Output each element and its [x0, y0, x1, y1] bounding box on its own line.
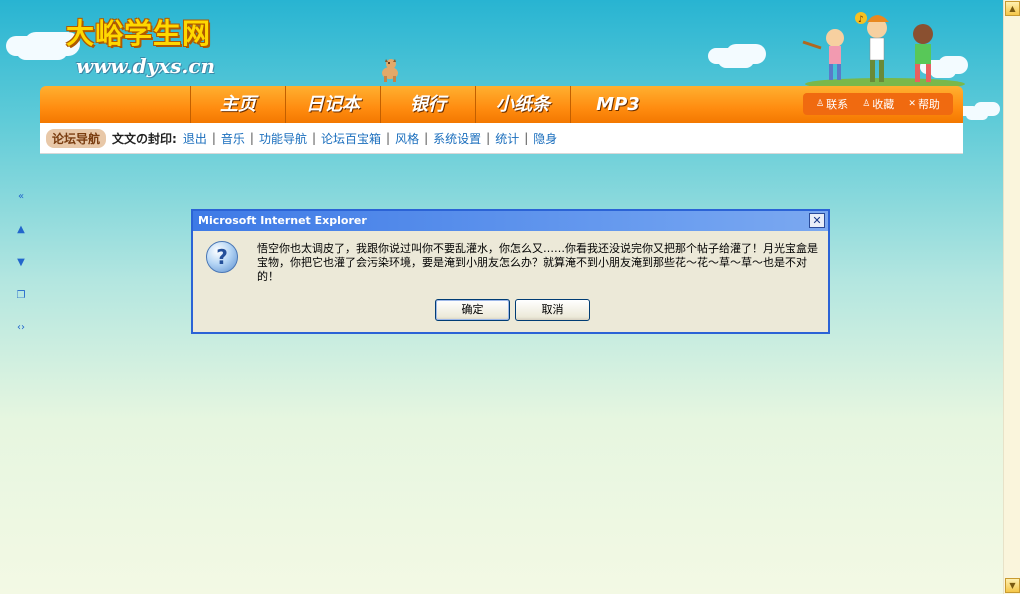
- help-label: 帮助: [917, 98, 940, 111]
- separator: |: [424, 131, 429, 145]
- alert-dialog: Microsoft Internet Explorer ✕ ? 悟空你也太调皮了…: [191, 209, 830, 334]
- code-icon[interactable]: ‹›: [14, 322, 28, 334]
- username-label: 文文の封印:: [112, 131, 177, 146]
- separator: |: [249, 131, 254, 145]
- cloud-left: [16, 40, 68, 60]
- main-navbar: 主页 日记本 银行 小纸条 MP3 ♙ 联系 ♙ 收藏 ✕ 帮助: [40, 86, 963, 123]
- dialog-titlebar[interactable]: Microsoft Internet Explorer ✕: [193, 211, 828, 231]
- nav-items: 主页 日记本 银行 小纸条 MP3: [190, 86, 665, 123]
- site-logo-url: www.dyxs.cn: [76, 54, 216, 78]
- scroll-down-arrow-icon[interactable]: ▼: [1005, 578, 1020, 593]
- separator: |: [311, 131, 317, 145]
- forum-toolbox-link[interactable]: 论坛百宝箱: [321, 130, 381, 147]
- dialog-title: Microsoft Internet Explorer: [198, 214, 367, 227]
- forum-subbar: 论坛导航 文文の封印: 退出 | 音乐 | 功能导航 | 论坛百宝箱 | 风格 …: [40, 123, 963, 154]
- question-icon: ?: [206, 241, 238, 273]
- close-icon: ✕: [908, 99, 916, 109]
- separator: |: [386, 131, 391, 145]
- system-settings-link[interactable]: 系统设置: [433, 130, 481, 147]
- person-icon: ♙: [816, 99, 825, 109]
- site-logo-title: 大峪学生网: [66, 17, 212, 50]
- contact-label: 联系: [826, 98, 849, 111]
- invisible-link[interactable]: 隐身: [533, 130, 557, 147]
- favorite-link[interactable]: ♙ 收藏: [862, 96, 894, 112]
- nav-item-mp3[interactable]: MP3: [570, 86, 665, 123]
- music-link[interactable]: 音乐: [221, 130, 245, 147]
- up-arrow-icon[interactable]: ▲: [14, 224, 28, 236]
- nav-item-diary[interactable]: 日记本: [285, 86, 380, 123]
- style-link[interactable]: 风格: [395, 130, 419, 147]
- favorite-label: 收藏: [872, 98, 895, 111]
- close-button[interactable]: ✕: [809, 213, 825, 228]
- svg-text:♪: ♪: [858, 15, 864, 25]
- dog-illustration: [382, 59, 398, 82]
- separator: |: [524, 131, 529, 145]
- nav-quick-links: ♙ 联系 ♙ 收藏 ✕ 帮助: [803, 93, 953, 115]
- cloud-right: [718, 52, 754, 68]
- double-left-arrow-icon[interactable]: «: [14, 191, 28, 203]
- cancel-button[interactable]: 取消: [515, 299, 590, 321]
- ok-button[interactable]: 确定: [435, 299, 510, 321]
- cloud-edge-right: [966, 110, 988, 120]
- person-icon: ♙: [862, 99, 871, 109]
- vertical-scrollbar[interactable]: ▲ ▼: [1003, 0, 1020, 594]
- logout-link[interactable]: 退出: [183, 130, 207, 147]
- separator: |: [486, 131, 491, 145]
- down-arrow-icon[interactable]: ▼: [14, 257, 28, 269]
- stats-link[interactable]: 统计: [495, 130, 519, 147]
- dialog-message: 悟空你也太调皮了，我跟你说过叫你不要乱灌水，你怎么又……你看我还没说完你又把那个…: [257, 242, 818, 283]
- help-link[interactable]: ✕ 帮助: [908, 96, 940, 112]
- kids-illustration: ♪: [802, 12, 965, 88]
- scroll-up-arrow-icon[interactable]: ▲: [1005, 1, 1020, 16]
- separator: |: [211, 131, 216, 145]
- forum-nav-badge[interactable]: 论坛导航: [46, 128, 107, 148]
- contact-link[interactable]: ♙ 联系: [816, 96, 848, 112]
- nav-item-bank[interactable]: 银行: [380, 86, 475, 123]
- window-icon[interactable]: ❐: [14, 290, 28, 302]
- nav-item-notes[interactable]: 小纸条: [475, 86, 570, 123]
- nav-item-home[interactable]: 主页: [190, 86, 285, 123]
- function-nav-link[interactable]: 功能导航: [259, 130, 307, 147]
